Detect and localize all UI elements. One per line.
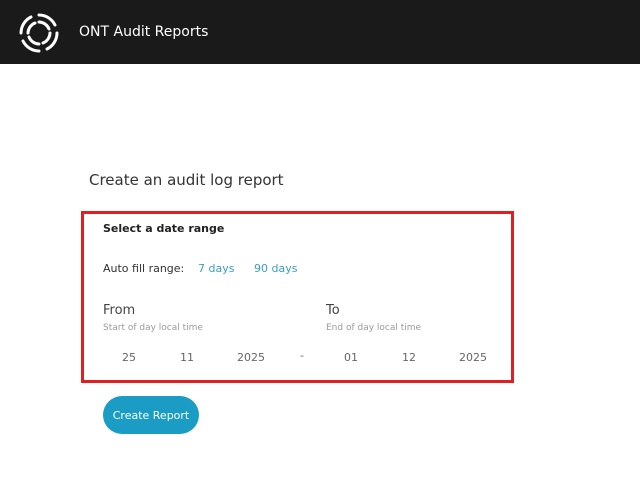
autofill-90-days-link[interactable]: 90 days xyxy=(254,262,297,275)
section-title: Select a date range xyxy=(103,222,225,235)
autofill-label: Auto fill range: xyxy=(103,262,185,275)
to-label: To xyxy=(326,303,340,318)
autofill-7-days-link[interactable]: 7 days xyxy=(198,262,234,275)
swirl-logo-icon xyxy=(19,13,59,53)
date-separator: - xyxy=(300,349,304,362)
from-day-field[interactable]: 25 xyxy=(109,351,149,364)
from-month-field[interactable]: 11 xyxy=(167,351,207,364)
from-label: From xyxy=(103,303,136,318)
app-title: ONT Audit Reports xyxy=(79,24,209,40)
from-year-field[interactable]: 2025 xyxy=(231,351,271,364)
date-range-panel: Select a date range Auto fill range: 7 d… xyxy=(81,211,514,383)
to-hint: End of day local time xyxy=(326,323,422,333)
from-hint: Start of day local time xyxy=(103,323,203,333)
create-report-button[interactable]: Create Report xyxy=(103,396,199,434)
top-bar: ONT Audit Reports xyxy=(0,0,640,64)
to-day-field[interactable]: 01 xyxy=(331,351,371,364)
to-month-field[interactable]: 12 xyxy=(389,351,429,364)
to-year-field[interactable]: 2025 xyxy=(453,351,493,364)
page-title: Create an audit log report xyxy=(89,171,284,189)
